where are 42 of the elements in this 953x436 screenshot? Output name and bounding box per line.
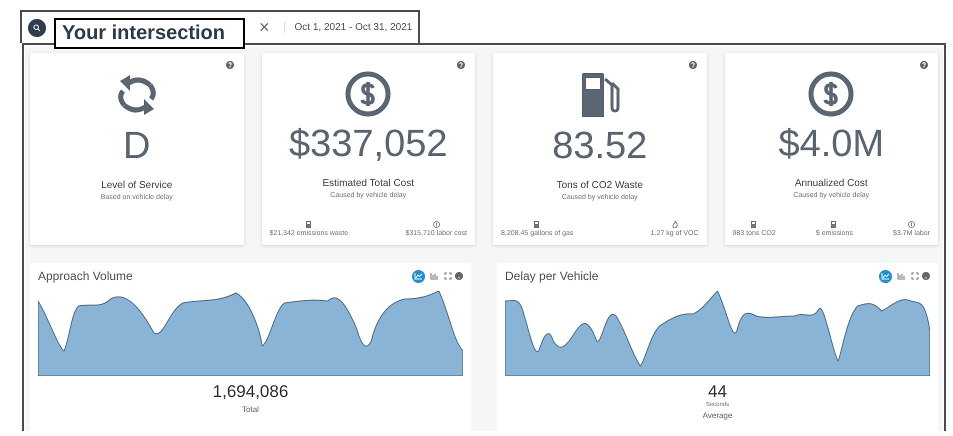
help-icon[interactable] [455, 272, 463, 280]
dollar-circle-icon [345, 71, 392, 117]
chart-view-button[interactable] [879, 270, 892, 282]
help-icon[interactable] [922, 272, 930, 280]
chart-value: 1,694,086 [212, 382, 290, 402]
close-button[interactable]: × [253, 17, 276, 38]
help-icon[interactable] [688, 61, 696, 69]
search-icon [33, 24, 41, 32]
intersection-title: Your intersection [54, 18, 245, 49]
kpi-value: $4.0M [778, 123, 884, 166]
expand-icon[interactable] [911, 272, 919, 280]
line-chart-icon [881, 272, 890, 280]
expand-icon[interactable] [444, 272, 452, 280]
search-button[interactable] [28, 18, 46, 36]
chart-value: 44 [707, 382, 728, 402]
chart-view-button[interactable] [412, 270, 425, 282]
help-icon[interactable] [226, 61, 234, 69]
kpi-label: Tons of CO2 Waste [556, 180, 643, 191]
bar-chart-icon [897, 272, 906, 280]
date-range[interactable]: Oct 1, 2021 - Oct 31, 2021 [284, 22, 412, 33]
flame-icon [672, 221, 678, 228]
kpi-label: Level of Service [101, 180, 172, 191]
dollar-circle-icon [432, 221, 440, 228]
chart-caption: Average [702, 411, 734, 420]
help-icon[interactable] [920, 61, 928, 69]
kpi-label: Annualized Cost [794, 178, 868, 189]
kpi-label: Estimated Total Cost [322, 178, 414, 189]
fuel-pump-icon [306, 221, 312, 228]
kpi-value: $337,052 [289, 123, 448, 166]
fuel-pump-icon [831, 221, 838, 228]
chart-title: Approach Volume [38, 269, 133, 283]
fuel-pump-icon [534, 221, 540, 228]
chart-title: Delay per Vehicle [505, 269, 598, 283]
kpi-value: D [123, 125, 150, 168]
dollar-circle-icon [808, 71, 854, 117]
chart-caption: Total [241, 405, 260, 414]
kpi-value: 83.52 [552, 125, 648, 168]
fuel-pump-icon [751, 221, 758, 228]
line-chart-icon [414, 272, 423, 280]
bar-chart-icon [430, 272, 439, 280]
dollar-circle-icon [908, 221, 915, 228]
help-icon[interactable] [457, 61, 465, 69]
